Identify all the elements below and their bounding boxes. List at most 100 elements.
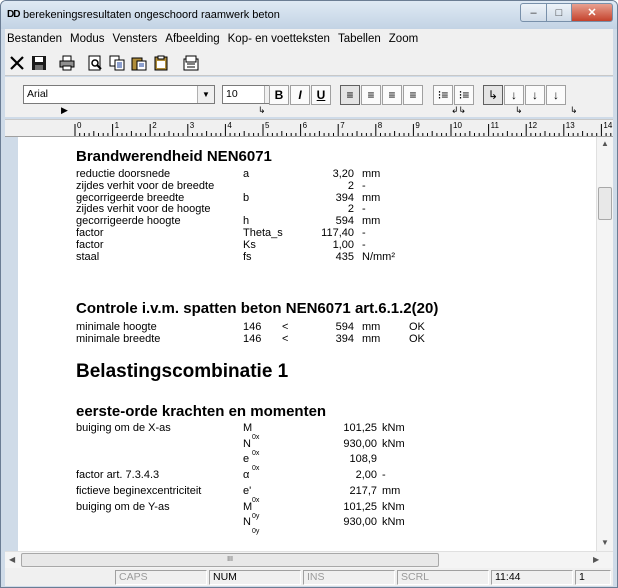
row-label: zijdes verhit voor de hoogte <box>76 203 211 216</box>
row-unit: - <box>362 179 366 192</box>
menu-modus[interactable]: Modus <box>68 33 111 45</box>
row-symbol-subscript-wrap: 0x <box>252 458 260 473</box>
tab-marker-icon[interactable]: ↲↳ <box>451 106 466 115</box>
close-doc-icon[interactable] <box>7 53 26 72</box>
ruler-number: 6 <box>302 121 308 130</box>
row-value: 101,25 <box>343 422 377 434</box>
row-unit: N/mm² <box>362 250 395 263</box>
tab-right-icon[interactable]: ↓ <box>546 85 566 105</box>
row-value: 117,40 <box>321 227 354 239</box>
row-unit: mm <box>362 191 381 204</box>
print-preview-icon[interactable] <box>85 53 104 72</box>
ruler-number: 10 <box>453 121 462 130</box>
row-symbol: h <box>243 215 250 228</box>
row-value: 394 <box>335 332 354 345</box>
row-symbol: a <box>243 168 250 180</box>
ruler[interactable]: 0 1 2 3 4 5 6 7 8 9 10 11 12 13 14 <box>5 119 613 137</box>
scroll-right-icon[interactable]: ▶ <box>593 555 599 564</box>
bold-button[interactable]: B <box>269 85 289 105</box>
row-label: minimale hoogte <box>76 321 157 333</box>
tab-decimal-icon[interactable]: ↓ <box>525 85 545 105</box>
scroll-down-icon[interactable]: ▼ <box>601 538 609 547</box>
section-title: Brandwerendheid NEN6071 <box>76 148 272 165</box>
scroll-left-icon[interactable]: ◀ <box>9 555 15 564</box>
ruler-number: 11 <box>490 121 499 130</box>
row-unit: mm <box>382 484 401 497</box>
row-label: factor <box>76 227 104 239</box>
size-value: 10 <box>226 88 238 100</box>
row-unit: mm <box>362 332 381 345</box>
row-symbol: Theta_s <box>243 227 283 239</box>
align-right-icon[interactable]: ≡ <box>382 85 402 105</box>
menu-tabellen[interactable]: Tabellen <box>336 33 387 45</box>
row-label: zijdes verhit voor de breedte <box>76 179 215 192</box>
row-symbol: Ks <box>243 238 256 251</box>
paste-icon[interactable] <box>129 53 148 72</box>
app-window: DD berekeningsresultaten ongeschoord raa… <box>0 0 618 588</box>
row-symbol: M <box>243 500 253 513</box>
row-symbol: M <box>243 422 253 434</box>
indent-marker-icon[interactable]: ▶ <box>61 106 68 115</box>
row-label: buiging om de Y-as <box>76 500 170 513</box>
menu-vensters[interactable]: Vensters <box>111 33 164 45</box>
menu-zoom[interactable]: Zoom <box>387 33 424 45</box>
maximize-button[interactable]: □ <box>546 3 572 22</box>
close-button[interactable]: ✕ <box>571 3 613 22</box>
row-symbol-subscript-wrap: 0x <box>252 427 259 441</box>
tab-left-icon[interactable]: ↳ <box>483 85 503 105</box>
underline-button[interactable]: U <box>311 85 331 105</box>
row-label: gecorrigeerde breedte <box>76 191 185 204</box>
page-setup-icon[interactable] <box>181 53 200 72</box>
chevron-down-icon[interactable]: ▼ <box>197 86 214 103</box>
row-unit: - <box>362 238 366 251</box>
row-value: 930,00 <box>343 437 377 450</box>
row-value: 930,00 <box>343 516 377 529</box>
scroll-up-icon[interactable]: ▲ <box>601 139 609 148</box>
font-value: Arial <box>27 88 49 100</box>
menu-bar: Bestanden Modus Vensters Afbeelding Kop-… <box>5 29 613 48</box>
bullet-list-icon[interactable]: ⁝≡ <box>454 85 474 105</box>
row-label: factor <box>76 238 104 251</box>
row-symbol-subscript: 0x <box>252 465 260 473</box>
vertical-scroll-thumb[interactable] <box>598 187 612 220</box>
row-symbol-subscript-wrap: 0y <box>252 506 259 520</box>
ruler-number: 13 <box>565 121 575 130</box>
row-value: 594 <box>335 215 354 228</box>
ruler-number: 12 <box>528 121 538 130</box>
row-label: reductie doorsnede <box>76 168 171 180</box>
row-symbol: e' <box>243 484 252 497</box>
align-left-icon[interactable]: ≡ <box>340 85 360 105</box>
document-area[interactable]: Brandwerendheid NEN6071 reductie doorsne… <box>18 137 596 551</box>
section-title: eerste-orde krachten en momenten <box>76 403 327 420</box>
ruler-number: 0 <box>77 121 82 130</box>
horizontal-scrollbar[interactable]: ◀ III ▶ <box>5 551 613 568</box>
row-unit: mm <box>362 321 381 333</box>
copy-icon[interactable] <box>107 53 126 72</box>
justify-icon[interactable]: ≡ <box>403 85 423 105</box>
horizontal-scroll-thumb[interactable]: III <box>21 553 439 567</box>
row-symbol: N <box>243 516 251 529</box>
tab-marker-icon[interactable]: ↳ <box>258 106 266 115</box>
numbered-list-icon[interactable]: ⁝≡ <box>433 85 453 105</box>
row-value: 435 <box>335 250 354 263</box>
menu-afbeelding[interactable]: Afbeelding <box>163 33 225 45</box>
tab-center-icon[interactable]: ↓ <box>504 85 524 105</box>
row-symbol: α <box>243 469 250 482</box>
italic-button[interactable]: I <box>290 85 310 105</box>
minimize-button[interactable]: – <box>520 3 547 22</box>
menu-bestanden[interactable]: Bestanden <box>5 33 68 45</box>
font-combo[interactable]: Arial ▼ <box>23 85 215 104</box>
ruler-number: 5 <box>265 121 270 130</box>
row-symbol: N <box>243 437 251 450</box>
tab-marker-icon[interactable]: ↳ <box>570 106 578 115</box>
save-icon[interactable] <box>29 53 48 72</box>
title-bar[interactable]: DD berekeningsresultaten ongeschoord raa… <box>1 1 617 29</box>
menu-kop-voetteksten[interactable]: Kop- en voetteksten <box>226 33 336 45</box>
align-center-icon[interactable]: ≡ <box>361 85 381 105</box>
print-icon[interactable] <box>57 53 76 72</box>
row-value: 2 <box>347 203 354 216</box>
status-bar: CAPS NUM INS SCRL 11:44 1 <box>5 568 613 586</box>
vertical-scrollbar[interactable]: ▲ ▼ <box>596 137 613 551</box>
tab-marker-icon[interactable]: ↳ <box>515 106 523 115</box>
clipboard-icon[interactable] <box>151 53 170 72</box>
